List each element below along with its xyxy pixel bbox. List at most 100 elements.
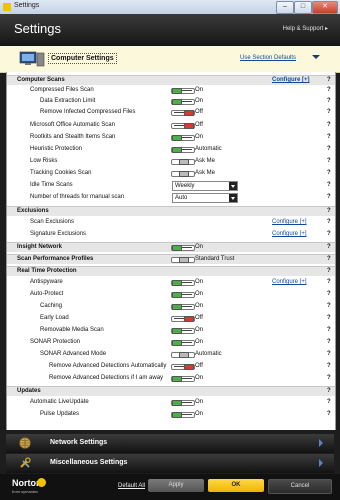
toggle-switch[interactable] [171,88,195,94]
chevron-right-icon[interactable] [319,459,323,467]
chevron-down-icon[interactable] [229,182,237,190]
help-icon[interactable]: ? [327,133,331,142]
toggle-switch[interactable] [171,400,195,406]
toggle-switch[interactable] [171,257,195,263]
setting-value: On [195,411,204,417]
setting-label: Removable Media Scan [40,327,104,333]
use-section-defaults-link[interactable]: Use Section Defaults [240,55,296,61]
section-scan-performance: Scan Performance Profiles Standard Trust… [7,254,335,264]
setting-threads-manual-scan: Number of threads for manual scan Auto ? [7,193,335,203]
help-icon[interactable]: ? [327,207,331,216]
configure-link[interactable]: Configure [+] [272,278,307,287]
idle-scans-select[interactable]: Weekly [172,181,238,191]
help-icon[interactable]: ? [327,314,331,323]
help-icon[interactable]: ? [327,145,331,154]
setting-compressed-files-scan: Compressed Files Scan On ? [7,86,335,95]
cancel-button[interactable]: Cancel [268,479,332,494]
help-icon[interactable]: ? [327,267,331,276]
setting-value: Off [195,109,203,115]
close-button[interactable]: ✕ [312,1,338,14]
misc-settings-section[interactable]: Miscellaneous Settings [6,454,334,473]
toggle-switch[interactable] [171,328,195,334]
help-icon[interactable]: ? [327,157,331,166]
help-icon[interactable]: ? [327,326,331,335]
chevron-right-icon[interactable] [319,439,323,447]
toggle-switch[interactable] [171,280,195,286]
configure-link[interactable]: Configure [+] [272,218,307,227]
help-icon[interactable]: ? [327,362,331,371]
help-icon[interactable]: ? [327,121,331,130]
help-icon[interactable]: ? [327,290,331,299]
toggle-switch[interactable] [171,135,195,141]
section-title: Updates [17,388,41,394]
help-icon[interactable]: ? [327,97,331,106]
help-icon[interactable]: ? [327,398,331,407]
toggle-switch[interactable] [171,376,195,382]
setting-value: Ask Me [195,170,216,176]
section-selector-bar: Computer Settings Use Section Defaults [0,46,340,73]
setting-label: Scan Exclusions [30,219,75,225]
toggle-switch[interactable] [171,99,195,105]
help-icon[interactable]: ? [327,218,331,227]
tools-icon [20,457,31,468]
setting-remove-advanced-away: Remove Advanced Detections if I am away … [7,374,335,383]
setting-value: On [195,279,204,285]
setting-label: Tracking Cookies Scan [30,170,92,176]
help-icon[interactable]: ? [327,243,331,252]
minimize-button[interactable]: – [276,1,294,14]
help-icon[interactable]: ? [327,108,331,117]
help-icon[interactable]: ? [327,278,331,287]
setting-value: Ask Me [195,158,216,164]
setting-label: Remove Advanced Detections Automatically [49,363,167,369]
help-icon[interactable]: ? [327,338,331,347]
norton-logo: Norton from symantec [8,476,48,498]
help-icon[interactable]: ? [327,350,331,359]
help-icon[interactable]: ? [327,387,331,396]
setting-value: Off [195,122,203,128]
network-settings-section[interactable]: Network Settings [6,434,334,453]
toggle-switch[interactable] [171,364,195,370]
toggle-switch[interactable] [171,292,195,298]
toggle-switch[interactable] [171,110,195,116]
configure-link[interactable]: Configure [+] [272,230,307,239]
setting-auto-protect: Auto-Protect On ? [7,290,335,299]
toggle-switch[interactable] [171,171,195,177]
setting-label: Microsoft Office Automatic Scan [30,122,115,128]
maximize-button[interactable]: □ [294,1,312,14]
help-icon[interactable]: ? [327,181,331,190]
chevron-down-icon[interactable] [229,194,237,202]
chevron-down-icon[interactable] [312,55,320,59]
ok-button[interactable]: OK [208,479,264,492]
toggle-switch[interactable] [171,245,195,251]
toggle-switch[interactable] [171,159,195,165]
threads-select[interactable]: Auto [172,193,238,203]
setting-value: On [195,87,204,93]
toggle-switch[interactable] [171,340,195,346]
help-icon[interactable]: ? [327,230,331,239]
toggle-switch[interactable] [171,316,195,322]
help-icon[interactable]: ? [327,374,331,383]
setting-value: On [195,98,204,104]
toggle-switch[interactable] [171,352,195,358]
configure-link[interactable]: Configure [+] [272,76,310,85]
setting-value: On [195,339,204,345]
section-dropdown-label[interactable]: Computer Settings [48,53,117,64]
apply-button[interactable]: Apply [148,479,204,492]
help-icon[interactable]: ? [327,255,331,264]
toggle-switch[interactable] [171,123,195,129]
setting-label: Antispyware [30,279,63,285]
setting-remove-infected-compressed: Remove Infected Compressed Files Off ? [7,108,335,117]
help-icon[interactable]: ? [327,86,331,95]
setting-value: On [195,244,204,250]
setting-label: Automatic LiveUpdate [30,399,89,405]
default-all-link[interactable]: Default All [118,483,145,489]
toggle-switch[interactable] [171,304,195,310]
help-support-link[interactable]: Help & Support ▸ [283,25,328,32]
help-icon[interactable]: ? [327,169,331,178]
help-icon[interactable]: ? [327,302,331,311]
help-icon[interactable]: ? [327,410,331,419]
help-icon[interactable]: ? [327,76,331,85]
toggle-switch[interactable] [171,147,195,153]
help-icon[interactable]: ? [327,193,331,202]
toggle-switch[interactable] [171,412,195,418]
